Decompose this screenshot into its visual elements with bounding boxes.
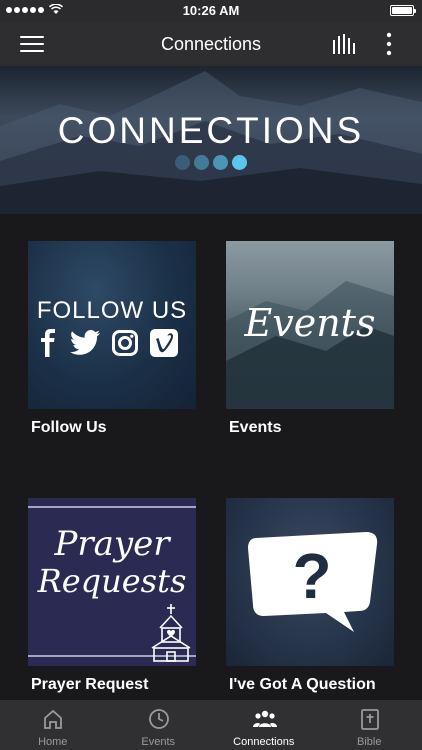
more-vertical-icon[interactable] <box>380 32 398 56</box>
tab-label-events: Events <box>141 736 176 748</box>
church-icon <box>151 604 191 662</box>
events-image-text: Events <box>244 301 376 345</box>
clock-icon <box>148 709 169 729</box>
page-dot[interactable] <box>213 155 228 170</box>
tile-label-follow-us: Follow Us <box>31 419 107 436</box>
page-dot[interactable] <box>175 155 190 170</box>
speech-bubble-question-icon: ? <box>248 532 378 632</box>
status-bar: 10:26 AM <box>0 0 422 22</box>
tab-bible[interactable]: Bible <box>317 700 422 750</box>
people-icon <box>253 710 277 727</box>
vimeo-icon <box>150 329 178 357</box>
hero-title: CONNECTIONS <box>57 110 365 151</box>
follow-us-image: FOLLOW US <box>28 241 196 409</box>
tile-label-prayer-request: Prayer Request <box>31 676 149 693</box>
tile-prayer-request[interactable]: Prayer Requests Prayer Request <box>28 498 196 694</box>
tab-bar: Home Events Connections Bible <box>0 700 422 750</box>
tab-events[interactable]: Events <box>106 700 212 750</box>
hero-banner[interactable]: CONNECTIONS <box>0 66 422 214</box>
twitter-icon <box>70 330 100 355</box>
follow-us-image-text: FOLLOW US <box>36 297 188 324</box>
tab-label-bible: Bible <box>357 736 382 748</box>
connections-grid: FOLLOW US Follow Us Events Events Prayer… <box>0 214 422 700</box>
tile-follow-us[interactable]: FOLLOW US Follow Us <box>28 241 196 437</box>
tab-label-home: Home <box>38 736 68 748</box>
page-title: Connections <box>160 34 262 54</box>
page-dot-active[interactable] <box>232 155 247 170</box>
question-image: ? <box>226 498 394 666</box>
prayer-requests-image: Prayer Requests <box>28 498 196 666</box>
tab-label-connections: Connections <box>233 736 295 748</box>
prayer-image-text-line2: Requests <box>37 562 187 600</box>
battery-icon <box>390 5 416 16</box>
navigation-bar: Connections <box>0 22 422 66</box>
tab-connections[interactable]: Connections <box>211 700 317 750</box>
bar-chart-icon[interactable] <box>332 34 358 54</box>
instagram-icon <box>112 330 138 356</box>
bible-icon <box>360 709 379 730</box>
prayer-image-text-line1: Prayer <box>54 524 170 564</box>
tab-home[interactable]: Home <box>0 700 106 750</box>
tile-events[interactable]: Events Events <box>226 241 394 437</box>
page-dot[interactable] <box>194 155 209 170</box>
status-time: 10:26 AM <box>182 3 240 18</box>
tile-label-question: I've Got A Question <box>229 676 376 693</box>
tile-label-events: Events <box>229 419 282 436</box>
facebook-icon <box>41 329 55 357</box>
events-image: Events <box>226 241 394 409</box>
svg-text:?: ? <box>292 540 331 612</box>
home-icon <box>44 709 62 729</box>
social-icons <box>38 329 178 357</box>
page-indicator[interactable] <box>175 155 247 170</box>
tile-question[interactable]: ? I've Got A Question <box>226 498 394 694</box>
